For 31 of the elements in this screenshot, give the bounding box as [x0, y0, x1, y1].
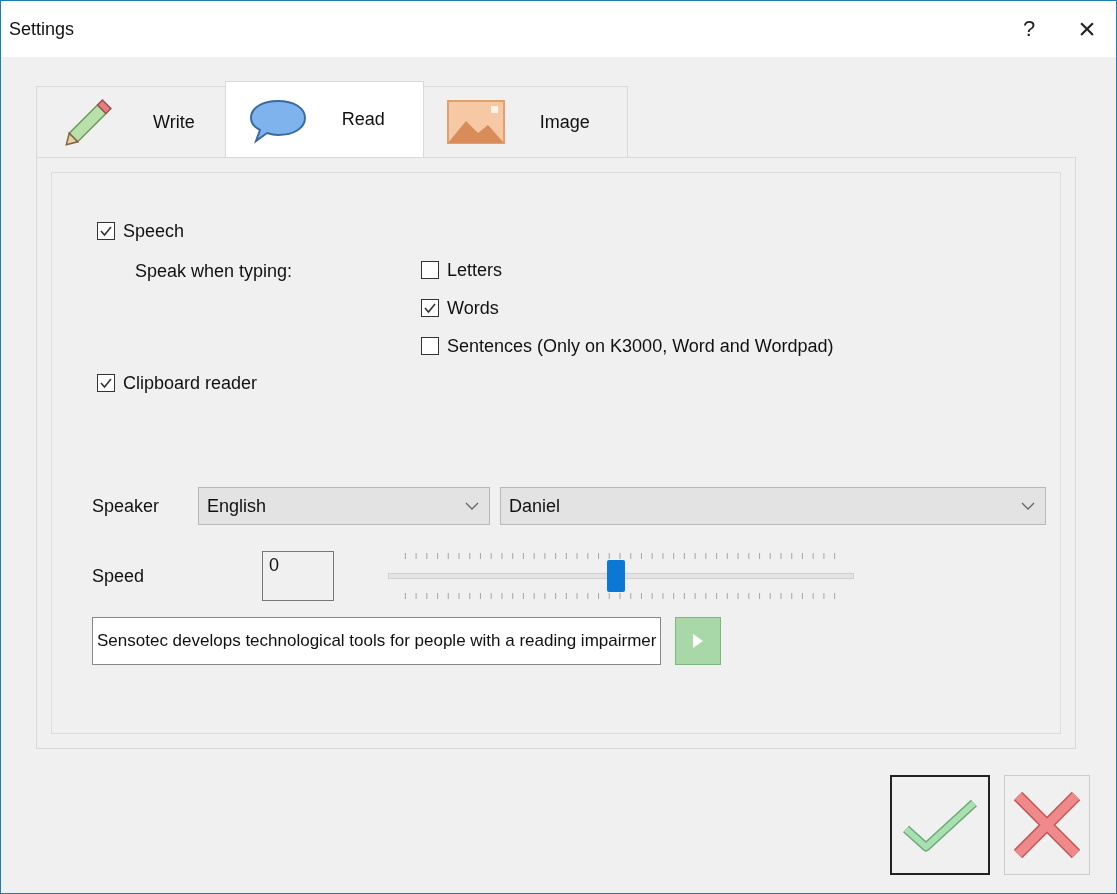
chevron-down-icon [465, 502, 479, 510]
checkbox[interactable] [421, 299, 439, 317]
speed-field[interactable]: 0 [262, 551, 334, 601]
tab[interactable]: Image [422, 86, 628, 157]
checkbox-label: Letters [447, 259, 503, 281]
speaker-label: Speaker [92, 495, 161, 517]
window-title: Settings [9, 18, 75, 40]
tab[interactable]: Read [224, 81, 424, 157]
cross-icon [1012, 790, 1082, 860]
checkbox[interactable] [421, 337, 439, 355]
help-button[interactable]: ? [1000, 9, 1058, 49]
play-icon [692, 633, 705, 649]
chevron-down-icon [1021, 502, 1035, 510]
voice-dropdown[interactable]: Daniel [500, 487, 1046, 525]
speak-when-typing-label: Speak when typing: [135, 260, 294, 283]
checkbox-label: Words [447, 297, 499, 319]
close-button[interactable]: × [1058, 9, 1116, 49]
language-dropdown[interactable]: English [198, 487, 490, 525]
checkbox-label: Clipboard reader [123, 372, 258, 394]
image-icon [445, 97, 506, 147]
cancel-button[interactable] [1004, 775, 1090, 875]
speed-label: Speed [92, 565, 146, 587]
checkbox[interactable] [421, 261, 439, 279]
checkbox[interactable] [97, 374, 115, 392]
checkbox[interactable] [97, 222, 115, 240]
ok-button[interactable] [890, 775, 990, 875]
tab[interactable]: Write [36, 86, 226, 157]
slider-thumb[interactable] [607, 560, 626, 592]
sample-text-field[interactable]: Sensotec develops technological tools for people with a reading impairmer [92, 617, 662, 665]
checkbox-label: Sentences (Only on K3000, Word and Wordpad) [447, 335, 834, 357]
checkbox-label: Speech [123, 220, 185, 242]
